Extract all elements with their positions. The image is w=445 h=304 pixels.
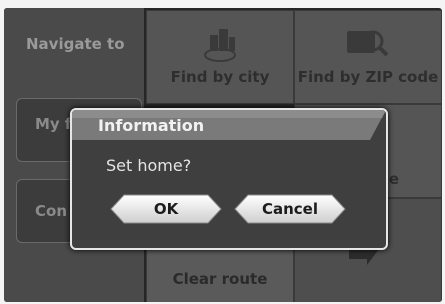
ok-button[interactable]: OK — [110, 194, 222, 224]
navigation-screen: Navigate to My fav Con Find by city Find… — [4, 8, 442, 302]
dialog-header: Information — [72, 110, 386, 140]
ok-button-label: OK — [153, 200, 179, 218]
zip-search-icon — [347, 30, 389, 57]
find-by-city-tile[interactable]: Find by city — [146, 10, 294, 104]
cancel-button[interactable]: Cancel — [234, 194, 346, 224]
contacts-label: Con — [35, 202, 67, 220]
navigate-to-heading: Navigate to — [26, 35, 125, 53]
city-search-icon — [204, 29, 236, 62]
find-by-zip-label: Find by ZIP code — [297, 68, 439, 86]
clear-route-label: Clear route — [172, 270, 268, 288]
information-dialog: Information Set home? OK Cancel — [70, 108, 388, 250]
dialog-title: Information — [98, 116, 205, 135]
dialog-message: Set home? — [106, 156, 192, 175]
cancel-button-label: Cancel — [261, 200, 318, 218]
find-by-zip-tile[interactable]: Find by ZIP code — [294, 10, 442, 104]
find-by-city-label: Find by city — [170, 68, 270, 86]
